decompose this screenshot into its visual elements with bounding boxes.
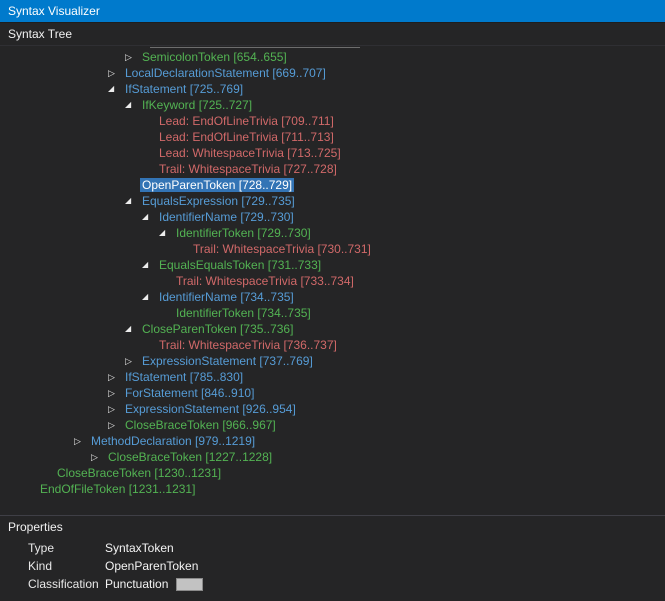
tree-node-label[interactable]: ExpressionStatement [737..769] [140,354,315,368]
tree-row[interactable]: ◢ EqualsEqualsToken [731..733] [0,257,665,273]
tree-row[interactable]: ▷ MethodDeclaration [979..1219] [0,433,665,449]
clipped-row-remnant [150,47,360,48]
tree-node-label[interactable]: Trail: WhitespaceTrivia [736..737] [157,338,339,352]
property-name: Type [28,541,55,555]
tree-node-label[interactable]: LocalDeclarationStatement [669..707] [123,66,328,80]
tree-node-label[interactable]: ForStatement [846..910] [123,386,256,400]
tree-node-label[interactable]: IdentifierToken [734..735] [174,306,313,320]
tree-row[interactable]: Trail: WhitespaceTrivia [736..737] [0,337,665,353]
tree-row[interactable]: Trail: WhitespaceTrivia [733..734] [0,273,665,289]
tree-node-label[interactable]: IdentifierToken [729..730] [174,226,313,240]
tree-row[interactable]: ◢ IdentifierName [734..735] [0,289,665,305]
expander-expanded-icon[interactable]: ◢ [142,257,157,273]
properties-header-label: Properties [8,520,63,534]
property-row[interactable]: Kind OpenParenToken [0,557,665,575]
tree-row[interactable]: ▷ CloseBraceToken [966..967] [0,417,665,433]
tree-row[interactable]: ◢ CloseParenToken [735..736] [0,321,665,337]
tree-node-label[interactable]: IfStatement [725..769] [123,82,245,96]
tree-row[interactable]: ▷ CloseBraceToken [1227..1228] [0,449,665,465]
tree-node-label[interactable]: CloseParenToken [735..736] [140,322,295,336]
tree-node-label[interactable]: EqualsEqualsToken [731..733] [157,258,323,272]
tree-row[interactable]: IdentifierToken [734..735] [0,305,665,321]
expander-collapsed-icon[interactable]: ▷ [91,449,106,465]
tree-node-label[interactable]: CloseBraceToken [966..967] [123,418,278,432]
expander-expanded-icon[interactable]: ◢ [142,289,157,305]
tree-node-label[interactable]: Lead: EndOfLineTrivia [709..711] [157,114,336,128]
tree-node-label[interactable]: EqualsExpression [729..735] [140,194,297,208]
tree-node-label[interactable]: OpenParenToken [728..729] [140,178,295,192]
tree-node-label[interactable]: SemicolonToken [654..655] [140,50,289,64]
property-name: Kind [28,559,53,573]
tree-node-label[interactable]: Trail: WhitespaceTrivia [730..731] [191,242,373,256]
expander-expanded-icon[interactable]: ◢ [125,321,140,337]
expander-collapsed-icon[interactable]: ▷ [74,433,89,449]
tree-row[interactable]: OpenParenToken [728..729] [0,177,665,193]
property-value: OpenParenToken [105,559,199,573]
tree-node-label[interactable]: Trail: WhitespaceTrivia [733..734] [174,274,356,288]
expander-expanded-icon[interactable]: ◢ [125,97,140,113]
expander-collapsed-icon[interactable]: ▷ [125,49,140,65]
tree-node-label[interactable]: Lead: WhitespaceTrivia [713..725] [157,146,343,160]
tree-row[interactable]: EndOfFileToken [1231..1231] [0,481,665,497]
expander-collapsed-icon[interactable]: ▷ [108,369,123,385]
classification-color-swatch [176,577,204,591]
tree-node-label[interactable]: EndOfFileToken [1231..1231] [38,482,197,496]
property-name: Classification [28,577,99,591]
tree-node-label[interactable]: IfKeyword [725..727] [140,98,254,112]
syntax-tree[interactable]: ▷ SemicolonToken [654..655] ▷ LocalDeclarat… [0,46,665,515]
tree-row[interactable]: ▷ LocalDeclarationStatement [669..707] [0,65,665,81]
tree-row[interactable]: ▷ ExpressionStatement [926..954] [0,401,665,417]
properties-grid: Type SyntaxToken Kind OpenParenToken Classif… [0,539,665,593]
tree-row[interactable]: ▷ ForStatement [846..910] [0,385,665,401]
tree-row[interactable]: Lead: WhitespaceTrivia [713..725] [0,145,665,161]
tree-node-label[interactable]: IfStatement [785..830] [123,370,245,384]
tree-row[interactable]: ◢ IfKeyword [725..727] [0,97,665,113]
expander-collapsed-icon[interactable]: ▷ [108,417,123,433]
expander-collapsed-icon[interactable]: ▷ [125,353,140,369]
tree-row[interactable]: ◢ IdentifierToken [729..730] [0,225,665,241]
property-value: Punctuation [105,577,169,591]
property-row[interactable]: Classification Punctuation [0,575,665,593]
tree-row[interactable]: Trail: WhitespaceTrivia [730..731] [0,241,665,257]
tree-row[interactable]: ▷ ExpressionStatement [737..769] [0,353,665,369]
expander-collapsed-icon[interactable]: ▷ [108,385,123,401]
tree-row[interactable]: CloseBraceToken [1230..1231] [0,465,665,481]
tree-node-label[interactable]: ExpressionStatement [926..954] [123,402,298,416]
expander-expanded-icon[interactable]: ◢ [108,81,123,97]
tree-node-label[interactable]: MethodDeclaration [979..1219] [89,434,257,448]
tree-node-label[interactable]: Lead: EndOfLineTrivia [711..713] [157,130,336,144]
tree-row[interactable]: ▷ SemicolonToken [654..655] [0,49,665,65]
expander-expanded-icon[interactable]: ◢ [125,193,140,209]
syntax-tree-header: Syntax Tree [0,22,665,46]
properties-header: Properties [0,516,665,539]
tree-row[interactable]: Lead: EndOfLineTrivia [711..713] [0,129,665,145]
tree-node-label[interactable]: CloseBraceToken [1230..1231] [55,466,223,480]
tree-node-label[interactable]: CloseBraceToken [1227..1228] [106,450,274,464]
window-titlebar[interactable]: Syntax Visualizer [0,0,665,22]
property-value: SyntaxToken [105,541,174,555]
tree-row[interactable]: ◢ IfStatement [725..769] [0,81,665,97]
expander-expanded-icon[interactable]: ◢ [159,225,174,241]
syntax-tree-header-label: Syntax Tree [8,27,73,41]
expander-expanded-icon[interactable]: ◢ [142,209,157,225]
syntax-visualizer-window: Syntax Visualizer Syntax Tree ▷ Semicolon… [0,0,665,601]
tree-row[interactable]: ◢ IdentifierName [729..730] [0,209,665,225]
tree-row[interactable]: ▷ IfStatement [785..830] [0,369,665,385]
property-row[interactable]: Type SyntaxToken [0,539,665,557]
window-title: Syntax Visualizer [8,4,100,18]
expander-collapsed-icon[interactable]: ▷ [108,401,123,417]
tree-row[interactable]: Trail: WhitespaceTrivia [727..728] [0,161,665,177]
tree-node-label[interactable]: IdentifierName [729..730] [157,210,296,224]
properties-panel: Properties Type SyntaxToken Kind OpenParenT… [0,515,665,601]
tree-node-label[interactable]: IdentifierName [734..735] [157,290,296,304]
tree-node-label[interactable]: Trail: WhitespaceTrivia [727..728] [157,162,339,176]
expander-collapsed-icon[interactable]: ▷ [108,65,123,81]
tree-row[interactable]: Lead: EndOfLineTrivia [709..711] [0,113,665,129]
tree-row[interactable]: ◢ EqualsExpression [729..735] [0,193,665,209]
